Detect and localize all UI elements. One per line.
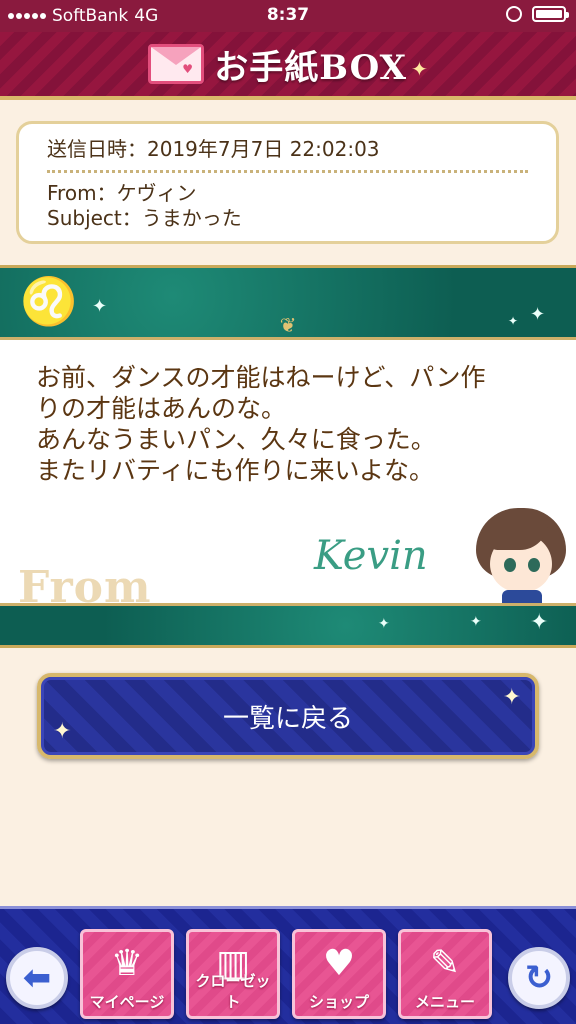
sparkle-icon: ✦ — [378, 616, 390, 632]
nav-menu-label: メニュー — [414, 993, 475, 1011]
letter-bottom-band: ✦ ✦ ✦ — [0, 603, 576, 645]
envelope-icon: ♥ — [148, 44, 205, 84]
battery-icon — [532, 6, 569, 22]
sparkle-icon: ✦ — [530, 304, 546, 325]
letter-line: あんなうまいパン、久々に食った。 — [36, 425, 436, 454]
sparkle-icon: ✦ — [53, 719, 72, 744]
subject-line: Subject：うまかった — [47, 206, 528, 231]
sparkle-icon: ✦ — [92, 296, 108, 317]
clock: 8:37 — [266, 5, 310, 25]
letter-panel: ♌ ❦ ✦ ✦ ✦ お前、ダンスの才能はねーけど、パン作 りの才能はあんのな。 … — [0, 265, 576, 648]
rotation-lock-icon — [506, 6, 522, 22]
page-title: お手紙BOX — [214, 47, 407, 88]
tiara-icon: ♛ — [110, 943, 144, 984]
back-to-list-button[interactable]: ✦ 一覧に戻る ✦ — [37, 673, 539, 759]
status-bar: SoftBank 4G 8:37 — [0, 0, 576, 32]
nav-shop-label: ショップ — [308, 993, 369, 1011]
letter-line: りの才能はあんのな。 — [36, 394, 287, 423]
sent-value: 2019年7月7日 22:02:03 — [147, 137, 380, 161]
back-to-list-label: 一覧に戻る — [222, 703, 353, 734]
nav-closet-label: クローゼット — [195, 972, 271, 1011]
sparkle-icon: ✦ — [470, 614, 482, 630]
letter-text: お前、ダンスの才能はねーけど、パン作 りの才能はあんのな。 あんなうまいパン、久… — [36, 362, 546, 486]
nav-back-button[interactable]: ⬅ — [6, 947, 68, 1009]
sparkle-icon: ✦ — [411, 57, 428, 81]
letter-line: お前、ダンスの才能はねーけど、パン作 — [36, 363, 486, 392]
nav-mypage-label: マイページ — [89, 993, 165, 1011]
sent-label: 送信日時： — [47, 137, 147, 161]
from-value: ケヴィン — [116, 181, 197, 205]
from-label: From： — [47, 181, 117, 205]
kevin-avatar — [472, 508, 570, 608]
nav-menu[interactable]: ✎ メニュー — [398, 929, 492, 1019]
ornament-icon: ❦ — [279, 313, 297, 337]
status-right — [506, 6, 569, 22]
shop-basket-icon: ♥ — [322, 943, 356, 984]
arrow-left-icon: ⬅ — [22, 958, 52, 998]
nav-mypage[interactable]: ♛ マイページ — [80, 929, 174, 1019]
sparkle-icon: ✦ — [502, 685, 521, 710]
sparkle-icon: ✦ — [530, 610, 549, 635]
sent-datetime: 送信日時：2019年7月7日 22:02:03 — [47, 134, 528, 164]
refresh-icon: ↻ — [524, 958, 554, 998]
bottom-navigation: ⬅ ♛ マイページ ▥ クローゼット ♥ ショップ ✎ メニュー ↻ — [0, 906, 576, 1024]
letter-top-band: ♌ ❦ ✦ ✦ ✦ — [0, 268, 576, 340]
lion-crest-icon: ♌ — [20, 274, 78, 328]
dotted-divider — [47, 170, 528, 173]
nav-reload-button[interactable]: ↻ — [508, 947, 570, 1009]
message-info-card: 送信日時：2019年7月7日 22:02:03 From：ケヴィン Subjec… — [16, 121, 559, 244]
letter-line: またリバティにも作りに来いよな。 — [36, 456, 435, 485]
sparkle-icon: ✦ — [508, 314, 519, 328]
subject-value: うまかった — [141, 206, 242, 230]
page-header: ♥ お手紙BOX ✦ — [0, 32, 576, 100]
menu-book-icon: ✎ — [429, 943, 461, 984]
from-line: From：ケヴィン — [47, 181, 528, 206]
signature: Kevin — [314, 533, 428, 579]
nav-closet[interactable]: ▥ クローゼット — [186, 929, 280, 1019]
subject-label: Subject： — [47, 206, 142, 230]
nav-shop[interactable]: ♥ ショップ — [292, 929, 386, 1019]
